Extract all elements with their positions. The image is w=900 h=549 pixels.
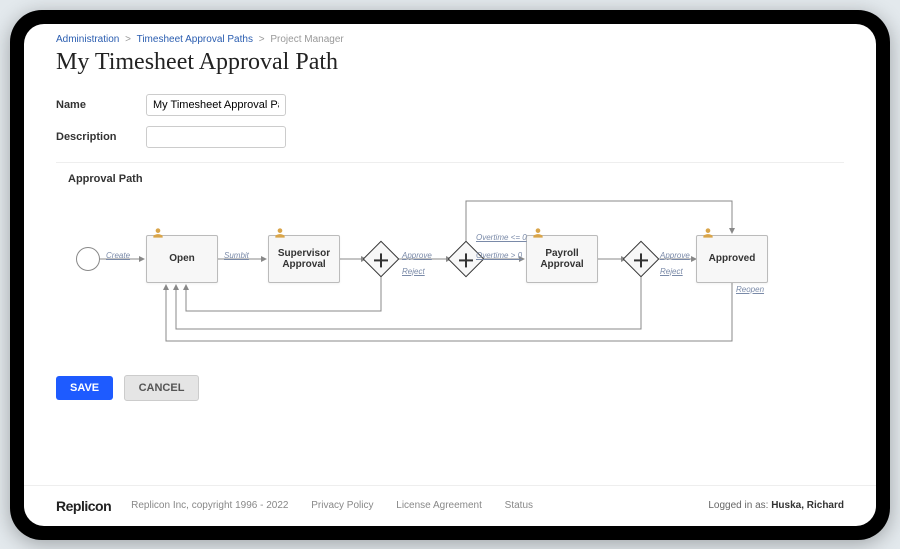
footer: Replicon Replicon Inc, copyright 1996 - … (24, 485, 876, 526)
footer-privacy[interactable]: Privacy Policy (311, 500, 373, 511)
cancel-button[interactable]: CANCEL (124, 375, 200, 401)
node-open-label: Open (169, 253, 195, 264)
screen: Administration > Timesheet Approval Path… (24, 24, 876, 526)
edge-overtime-le0[interactable]: Overtime <= 0 (476, 233, 527, 242)
save-button[interactable]: SAVE (56, 376, 113, 400)
form-row-description: Description (56, 126, 844, 148)
breadcrumb-sep: > (125, 34, 131, 45)
main-content: Administration > Timesheet Approval Path… (24, 24, 876, 485)
approval-path-diagram: Open Supervisor Approval Payroll Approva… (56, 191, 836, 351)
edge-submit[interactable]: Sumbit (224, 251, 249, 260)
footer-brand: Replicon (56, 498, 111, 514)
node-approved-label: Approved (709, 253, 756, 264)
edge-reject-1[interactable]: Reject (402, 267, 425, 276)
logged-in-prefix: Logged in as: (708, 500, 771, 511)
breadcrumb-timesheet-approval-paths[interactable]: Timesheet Approval Paths (137, 34, 253, 45)
footer-logged-in: Logged in as: Huska, Richard (708, 500, 844, 511)
name-input[interactable] (146, 94, 286, 116)
tablet-frame: Administration > Timesheet Approval Path… (10, 10, 890, 540)
edge-reject-2[interactable]: Reject (660, 267, 683, 276)
footer-links: Replicon Inc, copyright 1996 - 2022 Priv… (131, 500, 553, 511)
node-approved[interactable]: Approved (696, 235, 768, 283)
approval-path-label: Approval Path (56, 162, 844, 185)
edge-approve-2[interactable]: Approve (660, 251, 690, 260)
page-title: My Timesheet Approval Path (56, 49, 844, 76)
edge-reopen[interactable]: Reopen (736, 285, 764, 294)
user-icon (151, 226, 165, 240)
form-row-name: Name (56, 94, 844, 116)
node-supervisor-approval[interactable]: Supervisor Approval (268, 235, 340, 283)
description-label: Description (56, 131, 146, 143)
footer-status[interactable]: Status (505, 500, 533, 511)
breadcrumb-current: Project Manager (270, 34, 343, 45)
edge-create[interactable]: Create (106, 251, 130, 260)
user-icon (273, 226, 287, 240)
node-supervisor-label: Supervisor Approval (269, 248, 339, 270)
logged-in-user: Huska, Richard (771, 500, 844, 511)
footer-copyright: Replicon Inc, copyright 1996 - 2022 (131, 500, 288, 511)
node-open[interactable]: Open (146, 235, 218, 283)
node-payroll-approval[interactable]: Payroll Approval (526, 235, 598, 283)
user-icon (701, 226, 715, 240)
gateway-payroll-decision[interactable] (623, 240, 660, 277)
name-label: Name (56, 99, 146, 111)
node-payroll-label: Payroll Approval (527, 248, 597, 270)
edge-overtime-gt0[interactable]: Overtime > 0 (476, 251, 522, 260)
edge-approve-1[interactable]: Approve (402, 251, 432, 260)
description-input[interactable] (146, 126, 286, 148)
breadcrumb: Administration > Timesheet Approval Path… (56, 34, 844, 45)
action-buttons: SAVE CANCEL (56, 365, 844, 401)
breadcrumb-administration[interactable]: Administration (56, 34, 119, 45)
user-icon (531, 226, 545, 240)
footer-license[interactable]: License Agreement (396, 500, 482, 511)
gateway-supervisor-decision[interactable] (363, 240, 400, 277)
breadcrumb-sep: > (259, 34, 265, 45)
start-event[interactable] (76, 247, 100, 271)
